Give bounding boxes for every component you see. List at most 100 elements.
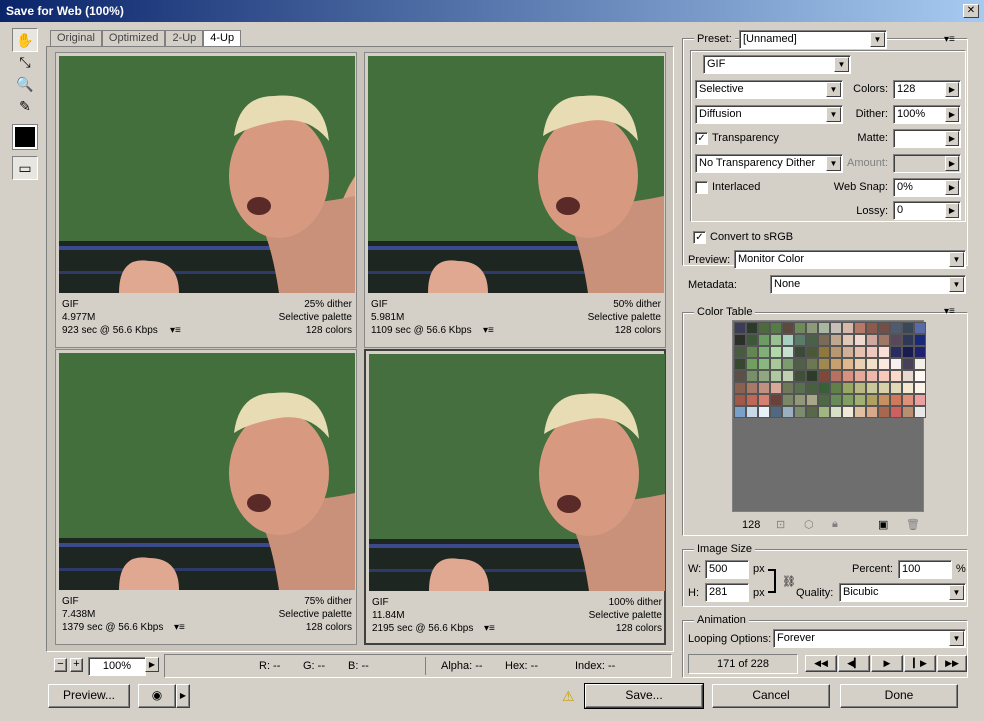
color-swatch[interactable] — [866, 322, 878, 334]
pane-menu-icon[interactable]: ▾≡ — [484, 622, 495, 635]
color-swatch[interactable] — [758, 334, 770, 346]
color-swatch[interactable] — [914, 382, 926, 394]
color-swatch[interactable] — [806, 370, 818, 382]
interlaced-checkbox[interactable] — [695, 181, 708, 194]
color-swatch[interactable] — [782, 370, 794, 382]
eyedropper-color-swatch[interactable] — [12, 124, 38, 150]
color-swatch[interactable] — [794, 382, 806, 394]
color-swatch[interactable] — [770, 334, 782, 346]
color-swatch[interactable] — [830, 370, 842, 382]
color-swatch[interactable] — [890, 346, 902, 358]
color-swatch[interactable] — [854, 382, 866, 394]
next-frame-button[interactable]: ▎▶ — [904, 655, 936, 672]
color-swatch[interactable] — [746, 346, 758, 358]
color-swatch[interactable] — [746, 382, 758, 394]
color-swatch[interactable] — [890, 334, 902, 346]
lossy-field[interactable]: 0 ▶ — [893, 201, 961, 220]
preview-pane-2[interactable]: GIF 50% dither 5.981M Selective palette … — [364, 52, 666, 348]
color-swatch[interactable] — [878, 358, 890, 370]
color-swatch[interactable] — [794, 322, 806, 334]
color-swatch[interactable] — [770, 406, 782, 418]
web-snap-field[interactable]: 0% ▶ — [893, 178, 961, 197]
metadata-select[interactable]: None ▼ — [770, 275, 966, 294]
color-swatch[interactable] — [806, 406, 818, 418]
color-swatch[interactable] — [890, 394, 902, 406]
color-swatch[interactable] — [794, 370, 806, 382]
tab-4up[interactable]: 4-Up — [203, 30, 242, 46]
color-swatch[interactable] — [854, 334, 866, 346]
color-swatch[interactable] — [758, 358, 770, 370]
color-swatch[interactable] — [854, 358, 866, 370]
color-swatch[interactable] — [914, 334, 926, 346]
color-swatch[interactable] — [746, 406, 758, 418]
color-swatch[interactable] — [866, 358, 878, 370]
color-swatch[interactable] — [806, 394, 818, 406]
color-swatch[interactable] — [842, 406, 854, 418]
color-swatch[interactable] — [866, 346, 878, 358]
color-swatch[interactable] — [770, 346, 782, 358]
color-swatch[interactable] — [818, 370, 830, 382]
color-swatch[interactable] — [734, 334, 746, 346]
browser-menu-arrow[interactable]: ▶ — [176, 684, 190, 708]
color-swatch[interactable] — [914, 370, 926, 382]
color-swatch[interactable] — [746, 394, 758, 406]
color-swatch[interactable] — [878, 370, 890, 382]
color-swatch[interactable] — [878, 334, 890, 346]
amount-field[interactable]: ▶ — [893, 154, 961, 173]
color-swatch[interactable] — [734, 394, 746, 406]
preset-select[interactable]: [Unnamed] ▼ — [739, 30, 887, 49]
web-shift-icon[interactable]: ⬡ — [804, 518, 814, 531]
color-swatch[interactable] — [758, 394, 770, 406]
color-swatch[interactable] — [830, 334, 842, 346]
color-swatch[interactable] — [818, 382, 830, 394]
color-swatch[interactable] — [842, 322, 854, 334]
color-swatch[interactable] — [806, 358, 818, 370]
quality-select[interactable]: Bicubic ▼ — [839, 583, 966, 602]
color-swatch[interactable] — [890, 406, 902, 418]
hand-tool-icon[interactable]: ✋ — [12, 28, 38, 52]
color-swatch[interactable] — [902, 382, 914, 394]
color-swatch[interactable] — [842, 346, 854, 358]
color-swatch[interactable] — [746, 322, 758, 334]
color-swatch[interactable] — [806, 346, 818, 358]
color-table-swatches[interactable] — [732, 320, 926, 512]
preview-pane-3[interactable]: GIF 75% dither 7.438M Selective palette … — [55, 349, 357, 645]
zoom-out-button[interactable]: − — [54, 658, 67, 672]
color-swatch[interactable] — [818, 346, 830, 358]
colors-field[interactable]: 128 ▶ — [893, 80, 961, 99]
previous-frame-button[interactable]: ◀▎ — [838, 655, 870, 672]
color-swatch[interactable] — [902, 334, 914, 346]
optimize-menu-icon[interactable]: ▾≡ — [944, 34, 955, 45]
browser-icon[interactable]: ◉ — [138, 684, 176, 708]
color-swatch[interactable] — [770, 358, 782, 370]
color-swatch[interactable] — [830, 358, 842, 370]
color-swatch[interactable] — [854, 346, 866, 358]
color-swatch[interactable] — [866, 394, 878, 406]
color-swatch[interactable] — [782, 334, 794, 346]
zoom-level-field[interactable]: 100% — [88, 657, 146, 676]
color-swatch[interactable] — [746, 334, 758, 346]
color-swatch[interactable] — [782, 346, 794, 358]
map-to-web-icon[interactable]: ⊡ — [776, 518, 785, 531]
color-swatch[interactable] — [914, 406, 926, 418]
preview-mode-select[interactable]: Monitor Color ▼ — [734, 250, 966, 269]
color-swatch[interactable] — [806, 334, 818, 346]
zoom-menu-arrow[interactable]: ▶ — [145, 657, 160, 675]
color-swatch[interactable] — [842, 334, 854, 346]
palette-select[interactable]: Selective ▼ — [695, 80, 843, 99]
color-swatch[interactable] — [782, 322, 794, 334]
color-swatch[interactable] — [734, 406, 746, 418]
color-swatch[interactable] — [818, 334, 830, 346]
height-field[interactable]: 281 — [705, 583, 749, 602]
color-swatch[interactable] — [782, 394, 794, 406]
color-swatch[interactable] — [842, 370, 854, 382]
percent-field[interactable]: 100 — [898, 560, 952, 579]
color-swatch[interactable] — [758, 370, 770, 382]
color-swatch[interactable] — [890, 382, 902, 394]
color-swatch[interactable] — [782, 382, 794, 394]
dither-algorithm-select[interactable]: Diffusion ▼ — [695, 105, 843, 124]
pane-menu-icon[interactable]: ▾≡ — [170, 324, 181, 337]
color-swatch[interactable] — [782, 406, 794, 418]
color-swatch[interactable] — [782, 358, 794, 370]
close-icon[interactable]: ✕ — [963, 4, 979, 18]
